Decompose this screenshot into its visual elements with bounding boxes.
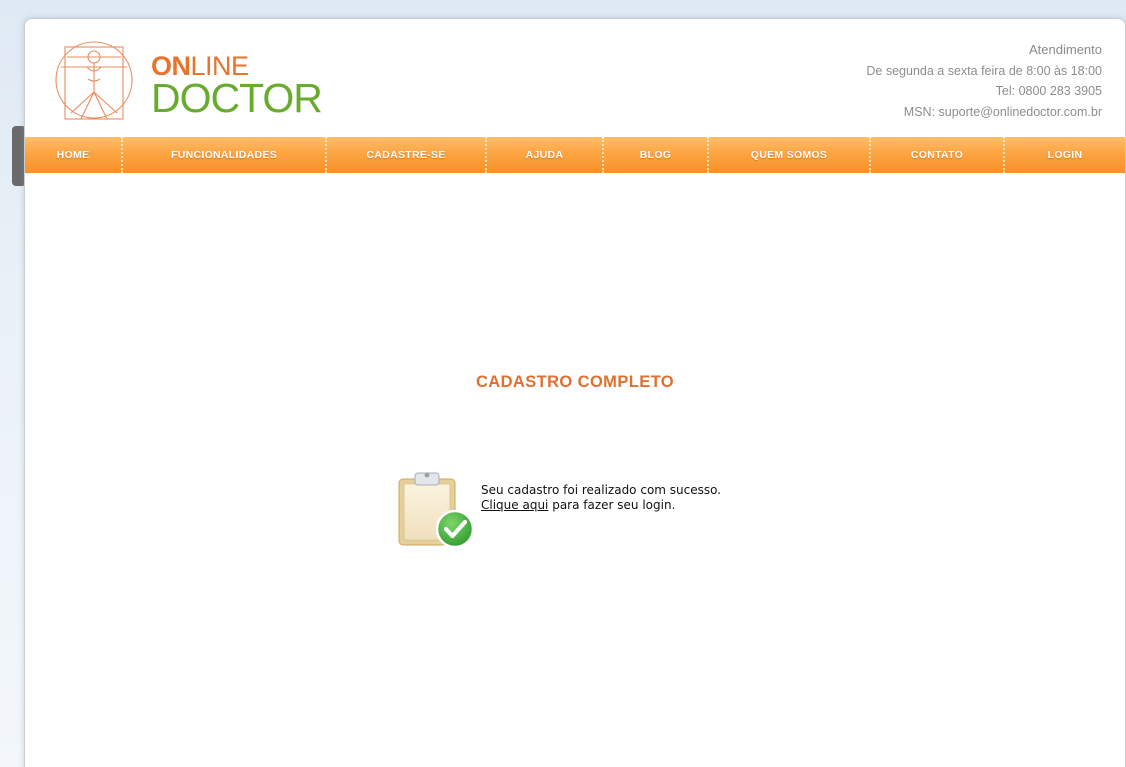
vitruvian-man-icon	[55, 41, 133, 120]
nav-ajuda[interactable]: AJUDA	[487, 137, 604, 173]
contact-phone: Tel: 0800 283 3905	[995, 84, 1102, 98]
nav-funcionalidades[interactable]: FUNCIONALIDADES	[123, 137, 327, 173]
success-message: Seu cadastro foi realizado com sucesso. …	[481, 483, 721, 513]
main-nav: HOME FUNCIONALIDADES CADASTRE-SE AJUDA B…	[25, 137, 1125, 173]
contact-msn: MSN: suporte@onlinedoctor.com.br	[903, 104, 1102, 119]
nav-cadastre-se[interactable]: CADASTRE-SE	[327, 137, 487, 173]
contact-info: Atendimento De segunda a sexta feira de …	[866, 40, 1102, 122]
contact-hours: De segunda a sexta feira de 8:00 às 18:0…	[866, 63, 1102, 78]
success-text: Seu cadastro foi realizado com sucesso.	[481, 483, 722, 497]
contact-title: Atendimento	[1029, 42, 1102, 57]
logo-doctor: DOCTOR	[151, 75, 323, 121]
login-prompt: Clique aqui para fazer seu login.	[481, 498, 721, 513]
nav-login[interactable]: LOGIN	[1005, 137, 1125, 173]
nav-home[interactable]: HOME	[25, 137, 123, 173]
nav-quem-somos[interactable]: QUEM SOMOS	[709, 137, 871, 173]
nav-contato[interactable]: CONTATO	[871, 137, 1005, 173]
page-heading: CADASTRO COMPLETO	[475, 373, 675, 391]
page-container: ONLINE DOCTOR Atendimento De segunda a s…	[24, 18, 1126, 767]
clipboard-check-icon	[398, 472, 473, 549]
login-link[interactable]: Clique aqui	[481, 498, 548, 512]
login-prompt-text: para fazer seu login.	[548, 498, 676, 512]
brand-logo[interactable]: ONLINE DOCTOR	[151, 53, 323, 121]
nav-blog[interactable]: BLOG	[604, 137, 709, 173]
